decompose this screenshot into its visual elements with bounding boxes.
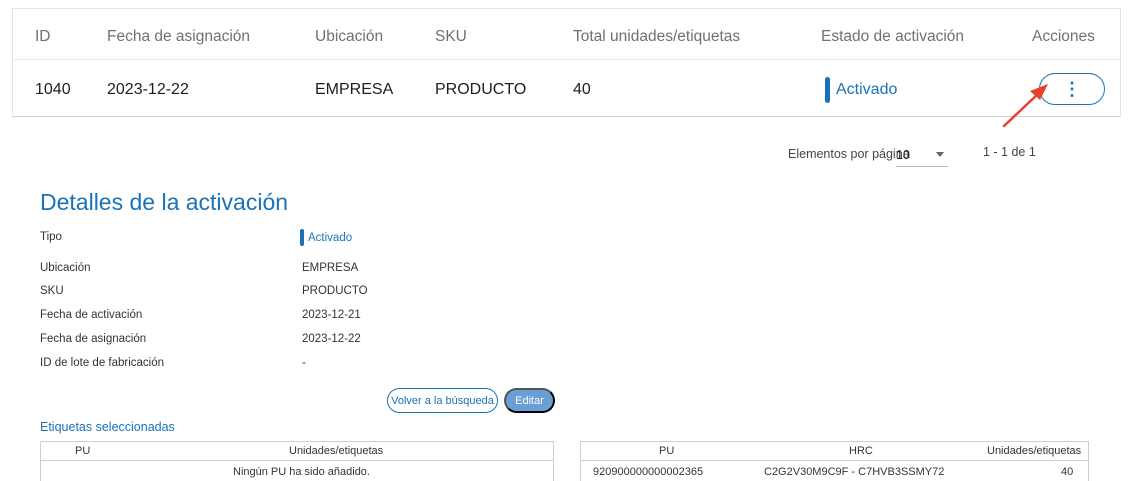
detail-value-fecha-asignacion: 2023-12-22 — [302, 333, 361, 345]
detail-value-ubicacion: EMPRESA — [302, 262, 359, 274]
col-header-sku: SKU — [435, 28, 467, 45]
cell-fecha-asignacion: 2023-12-22 — [107, 81, 189, 98]
cell-hrc: C2G2V30M9C9F - C7HVB3SSMY72 — [764, 466, 945, 478]
back-to-search-button[interactable]: Volver a la búsqueda — [387, 388, 498, 413]
actions-menu-button[interactable]: ⋮ — [1039, 73, 1105, 105]
detail-value-sku: PRODUCTO — [302, 285, 368, 297]
detail-label-fecha-activacion: Fecha de activación — [40, 309, 143, 321]
detail-value-tipo: Activado — [300, 229, 352, 246]
detail-tipo-text: Activado — [308, 231, 353, 244]
cell-total: 40 — [573, 81, 591, 98]
cell-sku: PRODUCTO — [435, 81, 527, 98]
hrc-table-header: PU HRC Unidades/etiquetas — [581, 442, 1088, 461]
cell-unidades: 40 — [1061, 466, 1074, 478]
col-header-pu-right: PU — [659, 445, 675, 457]
status-badge: Activado — [825, 77, 897, 103]
col-header-estado: Estado de activación — [821, 28, 965, 45]
more-vertical-icon: ⋮ — [1063, 78, 1081, 99]
col-header-fecha-asignacion: Fecha de asignación — [107, 28, 251, 45]
empty-message: Ningún PU ha sido añadido. — [233, 466, 370, 478]
status-indicator-small — [300, 229, 304, 246]
cell-pu: 920900000000002365 — [593, 466, 704, 478]
items-per-page-select[interactable]: 10 — [896, 143, 948, 167]
col-header-hrc: HRC — [849, 445, 873, 457]
edit-button[interactable]: Editar — [504, 388, 555, 413]
details-title: Detalles de la activación — [40, 189, 289, 215]
status-indicator — [825, 77, 830, 103]
detail-label-lote: ID de lote de fabricación — [40, 357, 165, 369]
cell-ubicacion: EMPRESA — [315, 81, 394, 98]
status-label: Activado — [836, 81, 898, 98]
selected-pu-table-header: PU Unidades/etiquetas — [41, 442, 553, 461]
col-header-ubicacion: Ubicación — [315, 28, 384, 45]
detail-value-fecha-activacion: 2023-12-21 — [302, 309, 361, 321]
col-header-total: Total unidades/etiquetas — [573, 28, 741, 45]
cell-id: 1040 — [35, 81, 71, 98]
detail-label-fecha-asignacion: Fecha de asignación — [40, 333, 147, 345]
detail-value-lote: - — [302, 357, 306, 369]
detail-label-tipo: Tipo — [40, 231, 62, 243]
selected-pu-table: PU Unidades/etiquetas Ningún PU ha sido … — [40, 441, 554, 481]
items-per-page-value: 10 — [896, 147, 910, 162]
results-table: ID Fecha de asignación Ubicación SKU Tot… — [12, 8, 1121, 117]
detail-label-sku: SKU — [40, 285, 64, 297]
col-header-id: ID — [35, 28, 51, 45]
col-header-unidades-right: Unidades/etiquetas — [987, 445, 1082, 457]
selected-labels-title: Etiquetas seleccionadas — [40, 420, 175, 434]
col-header-unidades: Unidades/etiquetas — [289, 445, 384, 457]
col-header-pu: PU — [75, 445, 91, 457]
chevron-down-icon — [936, 152, 944, 157]
pagination-range: 1 - 1 de 1 — [983, 145, 1036, 159]
hrc-table: PU HRC Unidades/etiquetas 92090000000000… — [580, 441, 1089, 481]
items-per-page-label: Elementos por página — [788, 147, 910, 161]
header-divider — [13, 59, 1120, 60]
col-header-acciones: Acciones — [1032, 28, 1095, 45]
detail-label-ubicacion: Ubicación — [40, 262, 91, 274]
